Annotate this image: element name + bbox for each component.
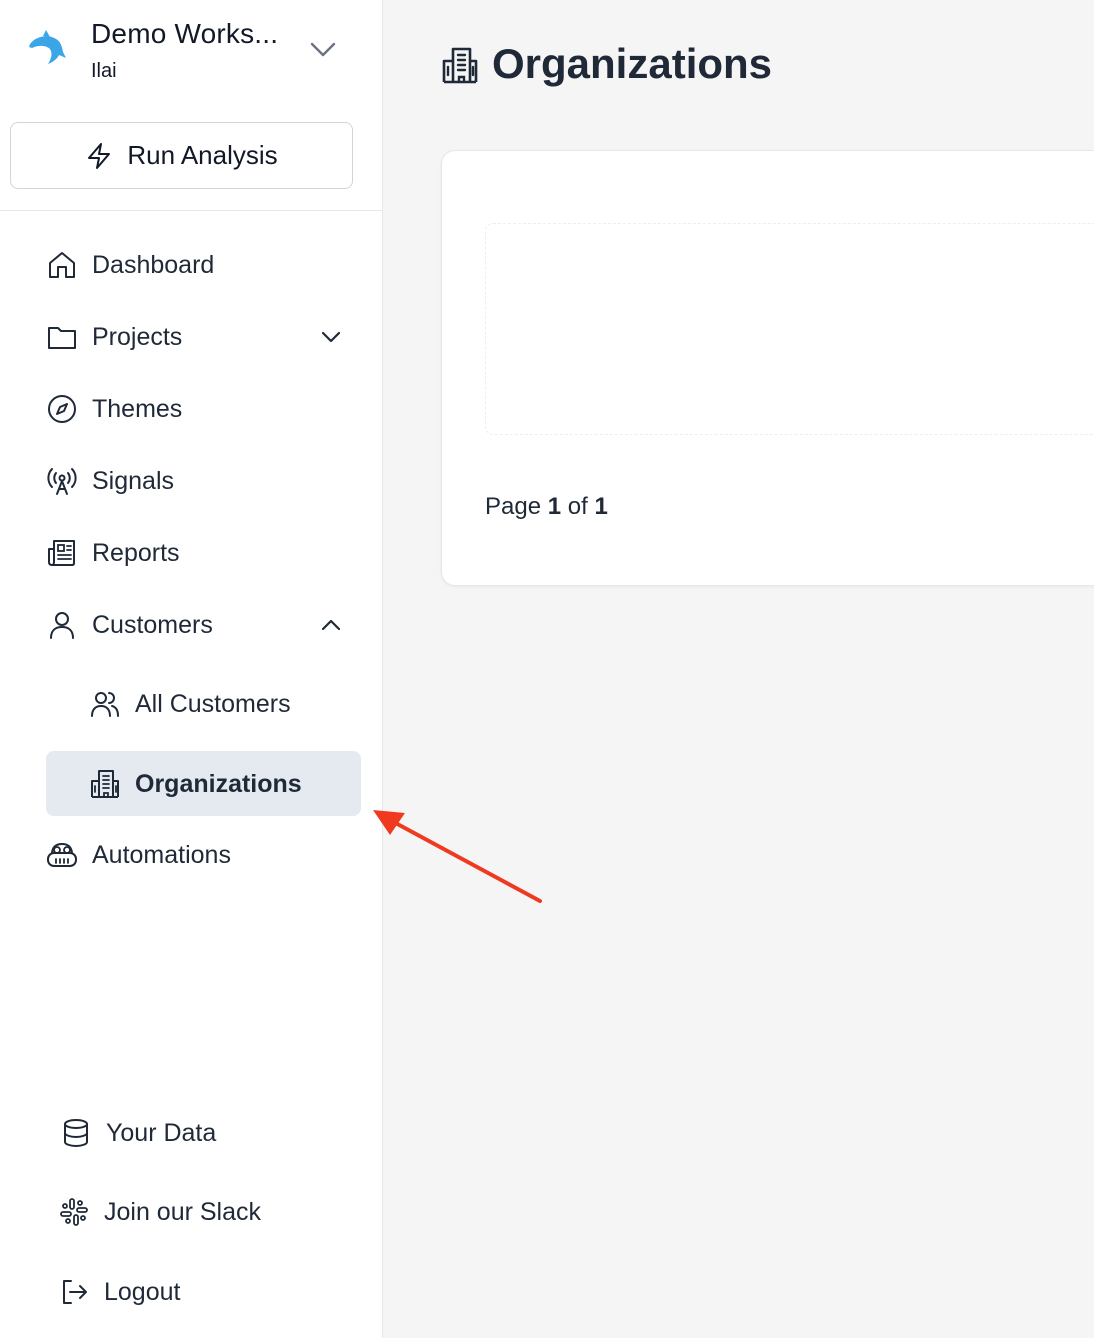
sidebar-item-customers[interactable]: Customers: [46, 593, 213, 657]
sidebar-item-label: Projects: [92, 322, 183, 351]
sidebar: Demo Works... Ilai Run Analysis Dashboar…: [0, 0, 383, 1338]
sidebar-item-label: All Customers: [135, 689, 291, 718]
sidebar-item-themes[interactable]: Themes: [46, 377, 182, 441]
organizations-card: Page 1 of 1: [441, 150, 1094, 586]
sidebar-item-label: Organizations: [135, 769, 302, 798]
sidebar-item-dashboard[interactable]: Dashboard: [46, 233, 214, 297]
lightning-icon: [88, 142, 111, 169]
run-analysis-button[interactable]: Run Analysis: [10, 122, 353, 189]
workspace-switcher[interactable]: Demo Works... Ilai: [0, 0, 382, 100]
building-icon: [442, 47, 478, 84]
footer-item-label: Your Data: [106, 1118, 217, 1147]
sidebar-item-label: Themes: [92, 394, 183, 423]
workspace-name: Demo Works...: [91, 18, 279, 49]
page-title: Organizations: [492, 40, 773, 87]
footer-item-slack[interactable]: Join our Slack: [58, 1180, 261, 1244]
annotation-arrow: [373, 810, 542, 903]
folder-icon: [46, 321, 78, 353]
pager-current: 1: [547, 493, 562, 520]
users-icon: [89, 688, 121, 720]
sidebar-item-projects[interactable]: Projects: [46, 305, 182, 369]
database-icon: [60, 1117, 92, 1149]
sidebar-item-label: Signals: [92, 466, 174, 495]
user-icon: [46, 609, 78, 641]
building-icon: [89, 768, 121, 800]
chevron-up-icon[interactable]: [318, 612, 344, 638]
pager-of: of: [567, 493, 588, 520]
footer-item-label: Join our Slack: [104, 1197, 262, 1226]
footer-item-label: Logout: [104, 1277, 181, 1306]
sidebar-item-signals[interactable]: Signals: [46, 449, 174, 513]
antenna-icon: [46, 465, 78, 497]
chevron-down-icon: [310, 42, 336, 57]
sidebar-item-organizations-content[interactable]: Organizations: [89, 752, 302, 816]
dolphin-logo-icon: [29, 30, 66, 64]
sidebar-item-label: Reports: [92, 538, 180, 567]
robot-icon: [46, 839, 78, 871]
sidebar-item-label: Customers: [92, 610, 213, 639]
workspace-user: Ilai: [91, 60, 117, 82]
sidebar-item-label: Dashboard: [92, 250, 215, 279]
pagination-label: Page 1 of 1: [485, 493, 608, 521]
logout-icon: [58, 1276, 90, 1308]
footer-item-your-data[interactable]: Your Data: [60, 1101, 216, 1165]
pager-prefix: Page: [485, 493, 542, 520]
sidebar-item-all-customers[interactable]: All Customers: [89, 672, 291, 736]
organizations-table-empty: [485, 223, 1094, 435]
sidebar-item-automations[interactable]: Automations: [46, 823, 231, 887]
run-analysis-label: Run Analysis: [127, 140, 278, 170]
chevron-down-icon[interactable]: [318, 324, 344, 350]
footer-item-logout[interactable]: Logout: [58, 1260, 180, 1324]
slack-icon: [58, 1196, 90, 1228]
pager-total: 1: [594, 493, 608, 520]
compass-icon: [46, 393, 78, 425]
sidebar-item-reports[interactable]: Reports: [46, 521, 180, 585]
sidebar-divider: [0, 210, 382, 211]
sidebar-item-label: Automations: [92, 840, 231, 869]
home-icon: [46, 249, 78, 281]
newspaper-icon: [46, 537, 78, 569]
